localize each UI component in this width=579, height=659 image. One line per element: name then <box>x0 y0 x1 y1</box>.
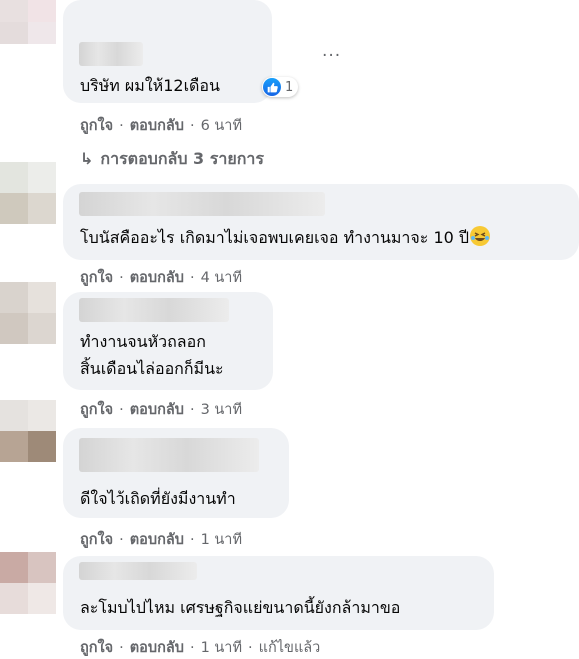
separator-dot: · <box>189 270 195 286</box>
comment-text: ละโมบไปไหม เศรษฐกิจแย่ขนาดนี้ยังกล้ามาขอ <box>80 598 401 617</box>
timestamp[interactable]: 1 นาที <box>201 532 242 548</box>
commenter-name-blurred[interactable] <box>79 192 325 216</box>
like-button[interactable]: ถูกใจ <box>80 532 113 548</box>
commenter-name-blurred[interactable] <box>79 438 259 472</box>
avatar[interactable] <box>0 552 56 614</box>
comment-actions: ถูกใจ · ตอบกลับ · 3 นาที <box>80 398 242 421</box>
separator-dot: · <box>119 270 124 286</box>
reply-arrow-icon: ↳ <box>80 149 94 168</box>
reaction-badge[interactable]: 1 <box>262 77 299 97</box>
comment-text-line-1: ทำงานจนหัวถลอก <box>80 332 206 351</box>
comment-actions: ถูกใจ · ตอบกลับ · 4 นาที <box>80 266 242 289</box>
comment-bubble: บริษัท ผมให้12เดือน <box>63 0 272 103</box>
commenter-name-blurred[interactable] <box>79 42 143 66</box>
like-button[interactable]: ถูกใจ <box>80 402 113 418</box>
separator-dot: · <box>119 118 124 134</box>
timestamp[interactable]: 6 นาที <box>201 118 242 134</box>
separator-dot: · <box>189 532 195 548</box>
avatar[interactable] <box>0 162 56 224</box>
comment-bubble: ดีใจไว้เถิดที่ยังมีงานทำ <box>63 428 289 518</box>
comment-actions: ถูกใจ · ตอบกลับ · 1 นาที · แก้ไขแล้ว <box>80 636 320 659</box>
avatar[interactable] <box>0 0 56 44</box>
avatar[interactable] <box>0 400 56 462</box>
commenter-name-blurred[interactable] <box>79 562 197 580</box>
reply-button[interactable]: ตอบกลับ <box>130 532 184 548</box>
comment-text-line-2: สิ้นเดือนไล่ออกก็มีนะ <box>80 359 224 378</box>
separator-dot: · <box>189 118 195 134</box>
commenter-name-blurred[interactable] <box>79 298 229 322</box>
view-replies-link[interactable]: ↳ การตอบกลับ 3 รายการ <box>80 147 264 172</box>
like-button[interactable]: ถูกใจ <box>80 270 113 286</box>
reaction-count: 1 <box>285 79 294 95</box>
separator-dot: · <box>189 402 195 418</box>
timestamp[interactable]: 4 นาที <box>201 270 242 286</box>
comment-text: โบนัสคืออะไร เกิดมาไม่เจอพบเคยเจอ ทำงานม… <box>80 224 491 251</box>
comment-text: ดีใจไว้เถิดที่ยังมีงานทำ <box>80 489 236 508</box>
laughing-emoji-icon <box>470 226 491 246</box>
avatar[interactable] <box>0 282 56 344</box>
comment-actions: ถูกใจ · ตอบกลับ · 6 นาที <box>80 114 242 137</box>
reply-button[interactable]: ตอบกลับ <box>130 270 184 286</box>
timestamp[interactable]: 3 นาที <box>201 402 242 418</box>
like-button[interactable]: ถูกใจ <box>80 118 113 134</box>
comment-text: บริษัท ผมให้12เดือน <box>80 76 220 95</box>
comment-bubble: ละโมบไปไหม เศรษฐกิจแย่ขนาดนี้ยังกล้ามาขอ <box>63 556 494 630</box>
replies-label: การตอบกลับ 3 รายการ <box>100 149 264 168</box>
comment-actions: ถูกใจ · ตอบกลับ · 1 นาที <box>80 528 242 551</box>
more-options-icon[interactable]: ··· <box>322 46 341 66</box>
comment-bubble: ทำงานจนหัวถลอก สิ้นเดือนไล่ออกก็มีนะ <box>63 292 273 390</box>
comment-bubble: โบนัสคืออะไร เกิดมาไม่เจอพบเคยเจอ ทำงานม… <box>63 184 579 260</box>
separator-dot: · <box>119 532 124 548</box>
like-icon <box>263 78 281 96</box>
separator-dot: · <box>119 402 124 418</box>
reply-button[interactable]: ตอบกลับ <box>130 118 184 134</box>
reply-button[interactable]: ตอบกลับ <box>130 402 184 418</box>
